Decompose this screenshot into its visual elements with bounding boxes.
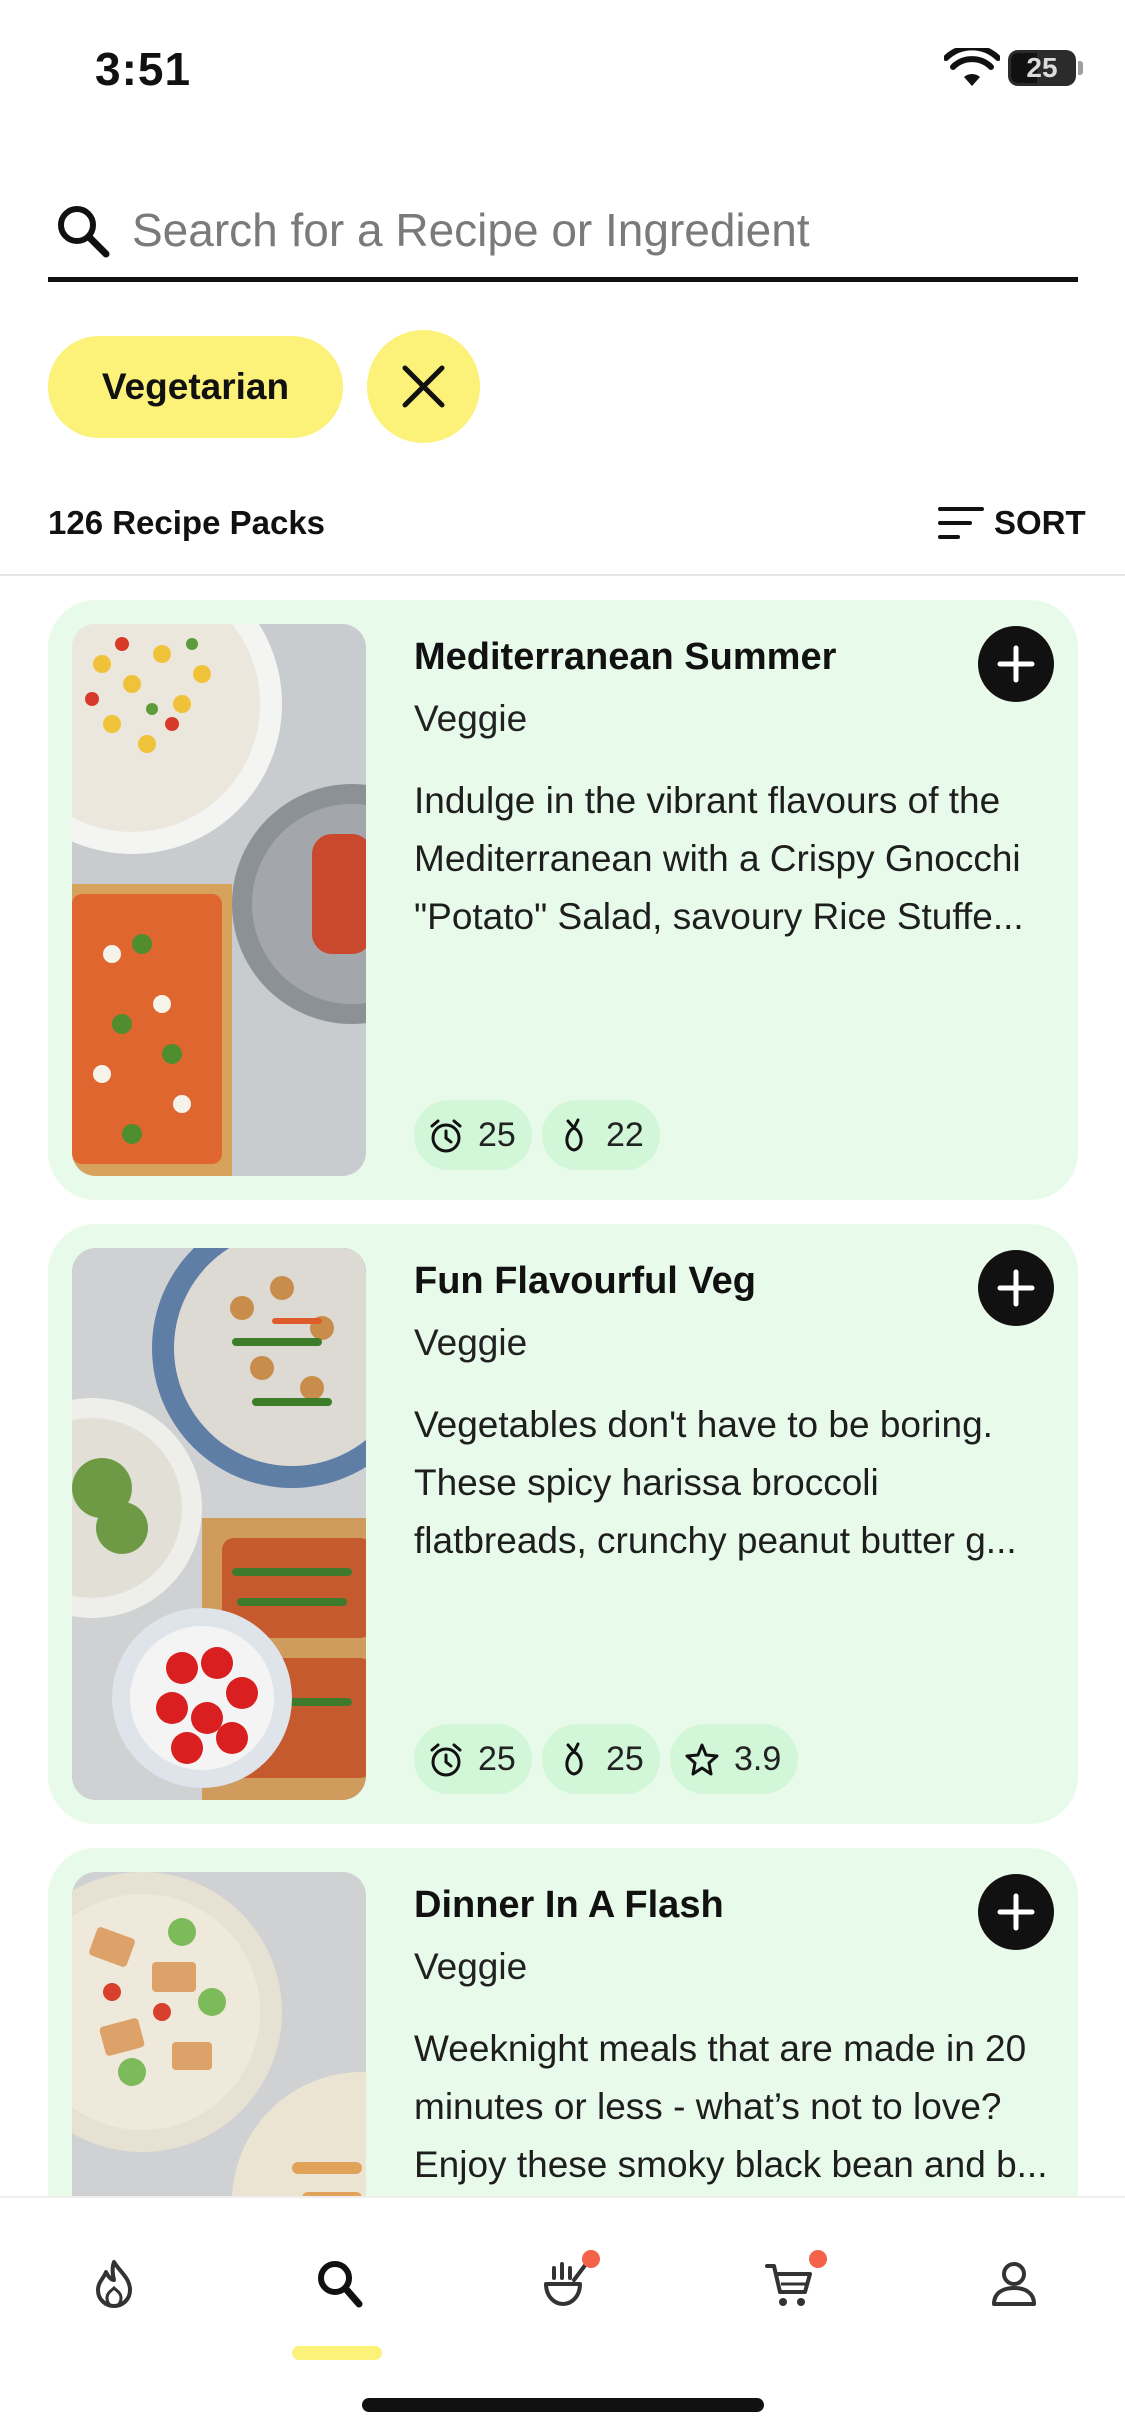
recipe-pack-list[interactable]: Mediterranean Summer Veggie Indulge in t… (48, 600, 1078, 2196)
time-stat: 25 (414, 1724, 532, 1794)
recipe-pack-description: Weeknight meals that are made in 20 minu… (414, 2028, 1048, 2185)
recipe-pack-count: 126 Recipe Packs (48, 504, 326, 541)
flame-icon (96, 2260, 132, 2308)
recipe-pack-card[interactable]: Fun Flavourful Veg Veggie Vegetables don… (48, 1224, 1078, 1824)
tab-cooking[interactable] (512, 2238, 612, 2338)
notification-dot (582, 2250, 600, 2268)
active-tab-indicator (292, 2346, 382, 2360)
plus-icon (997, 1269, 1035, 1307)
profile-icon (992, 2262, 1036, 2306)
plus-icon (997, 645, 1035, 683)
tab-discover[interactable] (62, 2238, 162, 2338)
recipe-pack-category: Veggie (414, 1946, 528, 1987)
rating-value: 3.9 (734, 1740, 782, 1778)
home-indicator[interactable] (362, 2398, 764, 2412)
recipe-pack-image (72, 624, 366, 1176)
recipe-pack-title: Dinner In A Flash (414, 1884, 724, 1926)
sort-label: SORT (994, 504, 1086, 541)
status-time: 3:51 (95, 43, 192, 95)
add-recipe-pack-button[interactable] (978, 626, 1054, 702)
notification-dot (809, 2250, 827, 2268)
recipe-pack-image (72, 1872, 366, 2196)
recipe-pack-image (72, 1248, 366, 1800)
time-stat: 25 (414, 1100, 532, 1170)
alarm-clock-icon (430, 1743, 462, 1777)
ingredients-value: 22 (606, 1116, 644, 1154)
tab-cart[interactable] (737, 2238, 837, 2338)
recipe-pack-card[interactable]: Mediterranean Summer Veggie Indulge in t… (48, 600, 1078, 1200)
wifi-icon (944, 48, 1000, 86)
time-value: 25 (478, 1116, 516, 1154)
alarm-clock-icon (430, 1119, 462, 1153)
battery-level: 25 (1026, 52, 1058, 83)
search-icon (58, 206, 110, 258)
cooking-icon (544, 2262, 588, 2306)
cart-icon (765, 2264, 812, 2306)
tab-search[interactable] (287, 2238, 387, 2338)
star-icon (685, 1743, 719, 1776)
recipe-pack-description: Vegetables don't have to be boring. Thes… (414, 1404, 1017, 1561)
add-recipe-pack-button[interactable] (978, 1250, 1054, 1326)
time-value: 25 (478, 1740, 516, 1778)
search-input[interactable] (132, 198, 1062, 262)
sort-button[interactable]: SORT (938, 502, 1086, 546)
recipe-pack-description: Indulge in the vibrant flavours of the M… (414, 780, 1024, 937)
close-icon (402, 365, 445, 408)
onion-icon (565, 1742, 583, 1776)
results-bar: 126 Recipe Packs SORT (0, 490, 1125, 576)
recipe-pack-category: Veggie (414, 698, 528, 739)
add-recipe-pack-button[interactable] (978, 1874, 1054, 1950)
search-bar[interactable] (48, 190, 1078, 282)
ingredients-stat: 22 (542, 1100, 660, 1170)
onion-icon (565, 1118, 583, 1152)
recipe-pack-title: Fun Flavourful Veg (414, 1260, 757, 1302)
clear-filter-button[interactable] (367, 330, 480, 443)
recipe-pack-category: Veggie (414, 1322, 528, 1363)
sort-icon (938, 507, 984, 539)
battery-icon: 25 (1008, 50, 1076, 86)
search-icon (318, 2261, 363, 2308)
recipe-pack-card[interactable]: Dinner In A Flash Veggie Weeknight meals… (48, 1848, 1078, 2196)
rating-stat: 3.9 (670, 1724, 798, 1794)
ingredients-value: 25 (606, 1740, 644, 1778)
tab-profile[interactable] (962, 2238, 1062, 2338)
recipe-pack-title: Mediterranean Summer (414, 636, 837, 678)
filter-chip-vegetarian[interactable]: Vegetarian (48, 336, 343, 438)
plus-icon (997, 1893, 1035, 1931)
status-bar: 3:51 25 (0, 0, 1125, 140)
ingredients-stat: 25 (542, 1724, 660, 1794)
